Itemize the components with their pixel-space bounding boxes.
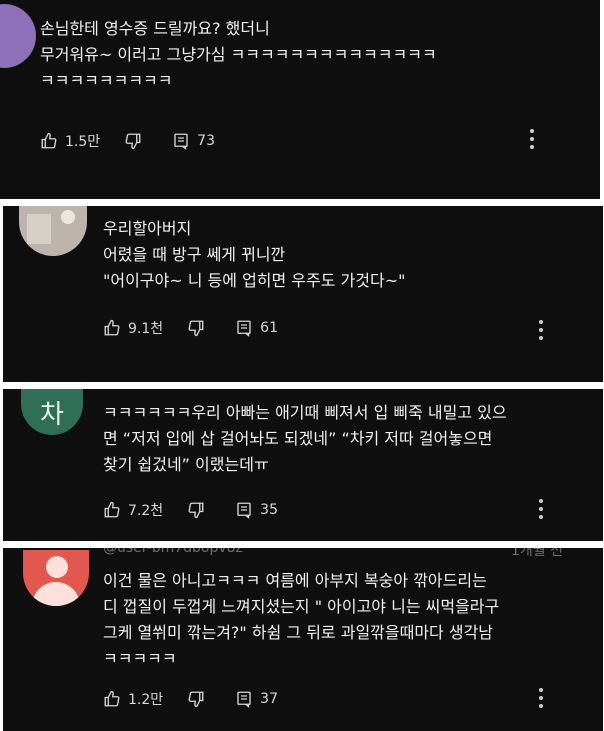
comment-line: ㅋㅋㅋㅋㅋㅋㅋㅋㅋ	[40, 71, 173, 90]
thumb-down-icon[interactable]	[187, 501, 205, 519]
comment-line: ㅋㅋㅋㅋㅋㅋ우리 아빠는 애기때 삐져서 입 삐죽 내밀고 있으	[103, 403, 507, 422]
thumb-down-icon[interactable]	[124, 132, 142, 150]
thumb-up-icon[interactable]	[40, 132, 58, 150]
comment-text: 우리할아버지 어렸을 때 방구 쎄게 뀌니깐 "어이구야~ 니 등에 업히면 우…	[103, 216, 405, 294]
comment-line: 이건 물은 아니고ㅋㅋㅋ 여름에 아부지 복숭아 깎아드리는	[103, 571, 487, 590]
thumb-up-icon[interactable]	[103, 501, 121, 519]
comment-card: 차 ㅋㅋㅋㅋㅋㅋ우리 아빠는 애기때 삐져서 입 삐죽 내밀고 있으 면 “저저…	[3, 389, 603, 541]
comment-line: "어이구야~ 니 등에 업히면 우주도 가것다~"	[103, 271, 406, 290]
comment-author[interactable]: @user-bm7dbopv8z	[103, 548, 243, 556]
more-vert-icon[interactable]	[539, 499, 543, 523]
like-count: 7.2천	[128, 503, 164, 519]
reply-count[interactable]: 73	[197, 133, 215, 149]
comment-actions: 1.5만 73	[40, 131, 215, 151]
comment-line: 무거워유~ 이러고 그냥가심 ㅋㅋㅋㅋㅋㅋㅋㅋㅋㅋㅋㅋㅋㅋ	[40, 45, 437, 64]
thumb-up-icon[interactable]	[103, 690, 121, 708]
more-vert-icon[interactable]	[539, 688, 543, 712]
comment-line: 찾기 쉽겄네” 이랬는데ㅠ	[103, 455, 269, 474]
comment-actions: 9.1천 61	[103, 318, 278, 338]
comment-actions: 7.2천 35	[103, 500, 278, 520]
reply-count[interactable]: 35	[260, 502, 278, 518]
like-count: 1.5만	[65, 134, 101, 150]
comment-card: @user-bm7dbopv8z 1개월 전 이건 물은 아니고ㅋㅋㅋ 여름에 …	[3, 548, 603, 731]
comment-line: ㅋㅋㅋㅋㅋ	[103, 649, 177, 668]
comment-actions: 1.2만 37	[103, 689, 278, 709]
thumb-down-icon[interactable]	[187, 690, 205, 708]
comment-line: 손님한테 영수증 드릴까요? 했더니	[40, 19, 270, 38]
comment-card: 손님한테 영수증 드릴까요? 했더니 무거워유~ 이러고 그냥가심 ㅋㅋㅋㅋㅋㅋ…	[0, 0, 600, 199]
more-vert-icon[interactable]	[530, 129, 534, 153]
like-count: 9.1천	[128, 321, 164, 337]
comment-timestamp: 1개월 전	[511, 548, 563, 559]
reply-count[interactable]: 37	[260, 691, 278, 707]
comment-text: ㅋㅋㅋㅋㅋㅋ우리 아빠는 애기때 삐져서 입 삐죽 내밀고 있으 면 “저저 입…	[103, 400, 507, 478]
thumb-up-icon[interactable]	[103, 319, 121, 337]
avatar-letter: 차	[40, 399, 64, 430]
more-vert-icon[interactable]	[539, 320, 543, 344]
reply-icon[interactable]	[235, 501, 253, 519]
reply-icon[interactable]	[172, 132, 190, 150]
default-person-avatar[interactable]	[23, 550, 89, 606]
comment-text: 손님한테 영수증 드릴까요? 했더니 무거워유~ 이러고 그냥가심 ㅋㅋㅋㅋㅋㅋ…	[40, 16, 437, 94]
user-avatar[interactable]	[0, 4, 36, 68]
letter-avatar[interactable]: 차	[21, 389, 83, 435]
comment-card: 우리할아버지 어렸을 때 방구 쎄게 뀌니깐 "어이구야~ 니 등에 업히면 우…	[3, 206, 603, 382]
thumb-down-icon[interactable]	[187, 319, 205, 337]
comment-line: 그케 열쒸미 깎는겨?" 하쉼 그 뒤로 과일깎을때마다 생각남	[103, 623, 494, 642]
comment-line: 면 “저저 입에 삽 걸어놔도 되겠네” “차키 저따 걸어놓으면	[103, 429, 493, 448]
reply-icon[interactable]	[235, 690, 253, 708]
like-count: 1.2만	[128, 692, 164, 708]
comment-line: 어렸을 때 방구 쎄게 뀌니깐	[103, 245, 286, 264]
reply-count[interactable]: 61	[260, 320, 278, 336]
reply-icon[interactable]	[235, 319, 253, 337]
comment-line: 우리할아버지	[103, 219, 192, 238]
comment-text: 이건 물은 아니고ㅋㅋㅋ 여름에 아부지 복숭아 깎아드리는 디 껍질이 두껍게…	[103, 568, 499, 672]
comment-line: 디 껍질이 두껍게 느껴지셨는지 " 아이고야 니는 씨먹을라구	[103, 597, 500, 616]
photo-avatar[interactable]	[19, 206, 87, 256]
